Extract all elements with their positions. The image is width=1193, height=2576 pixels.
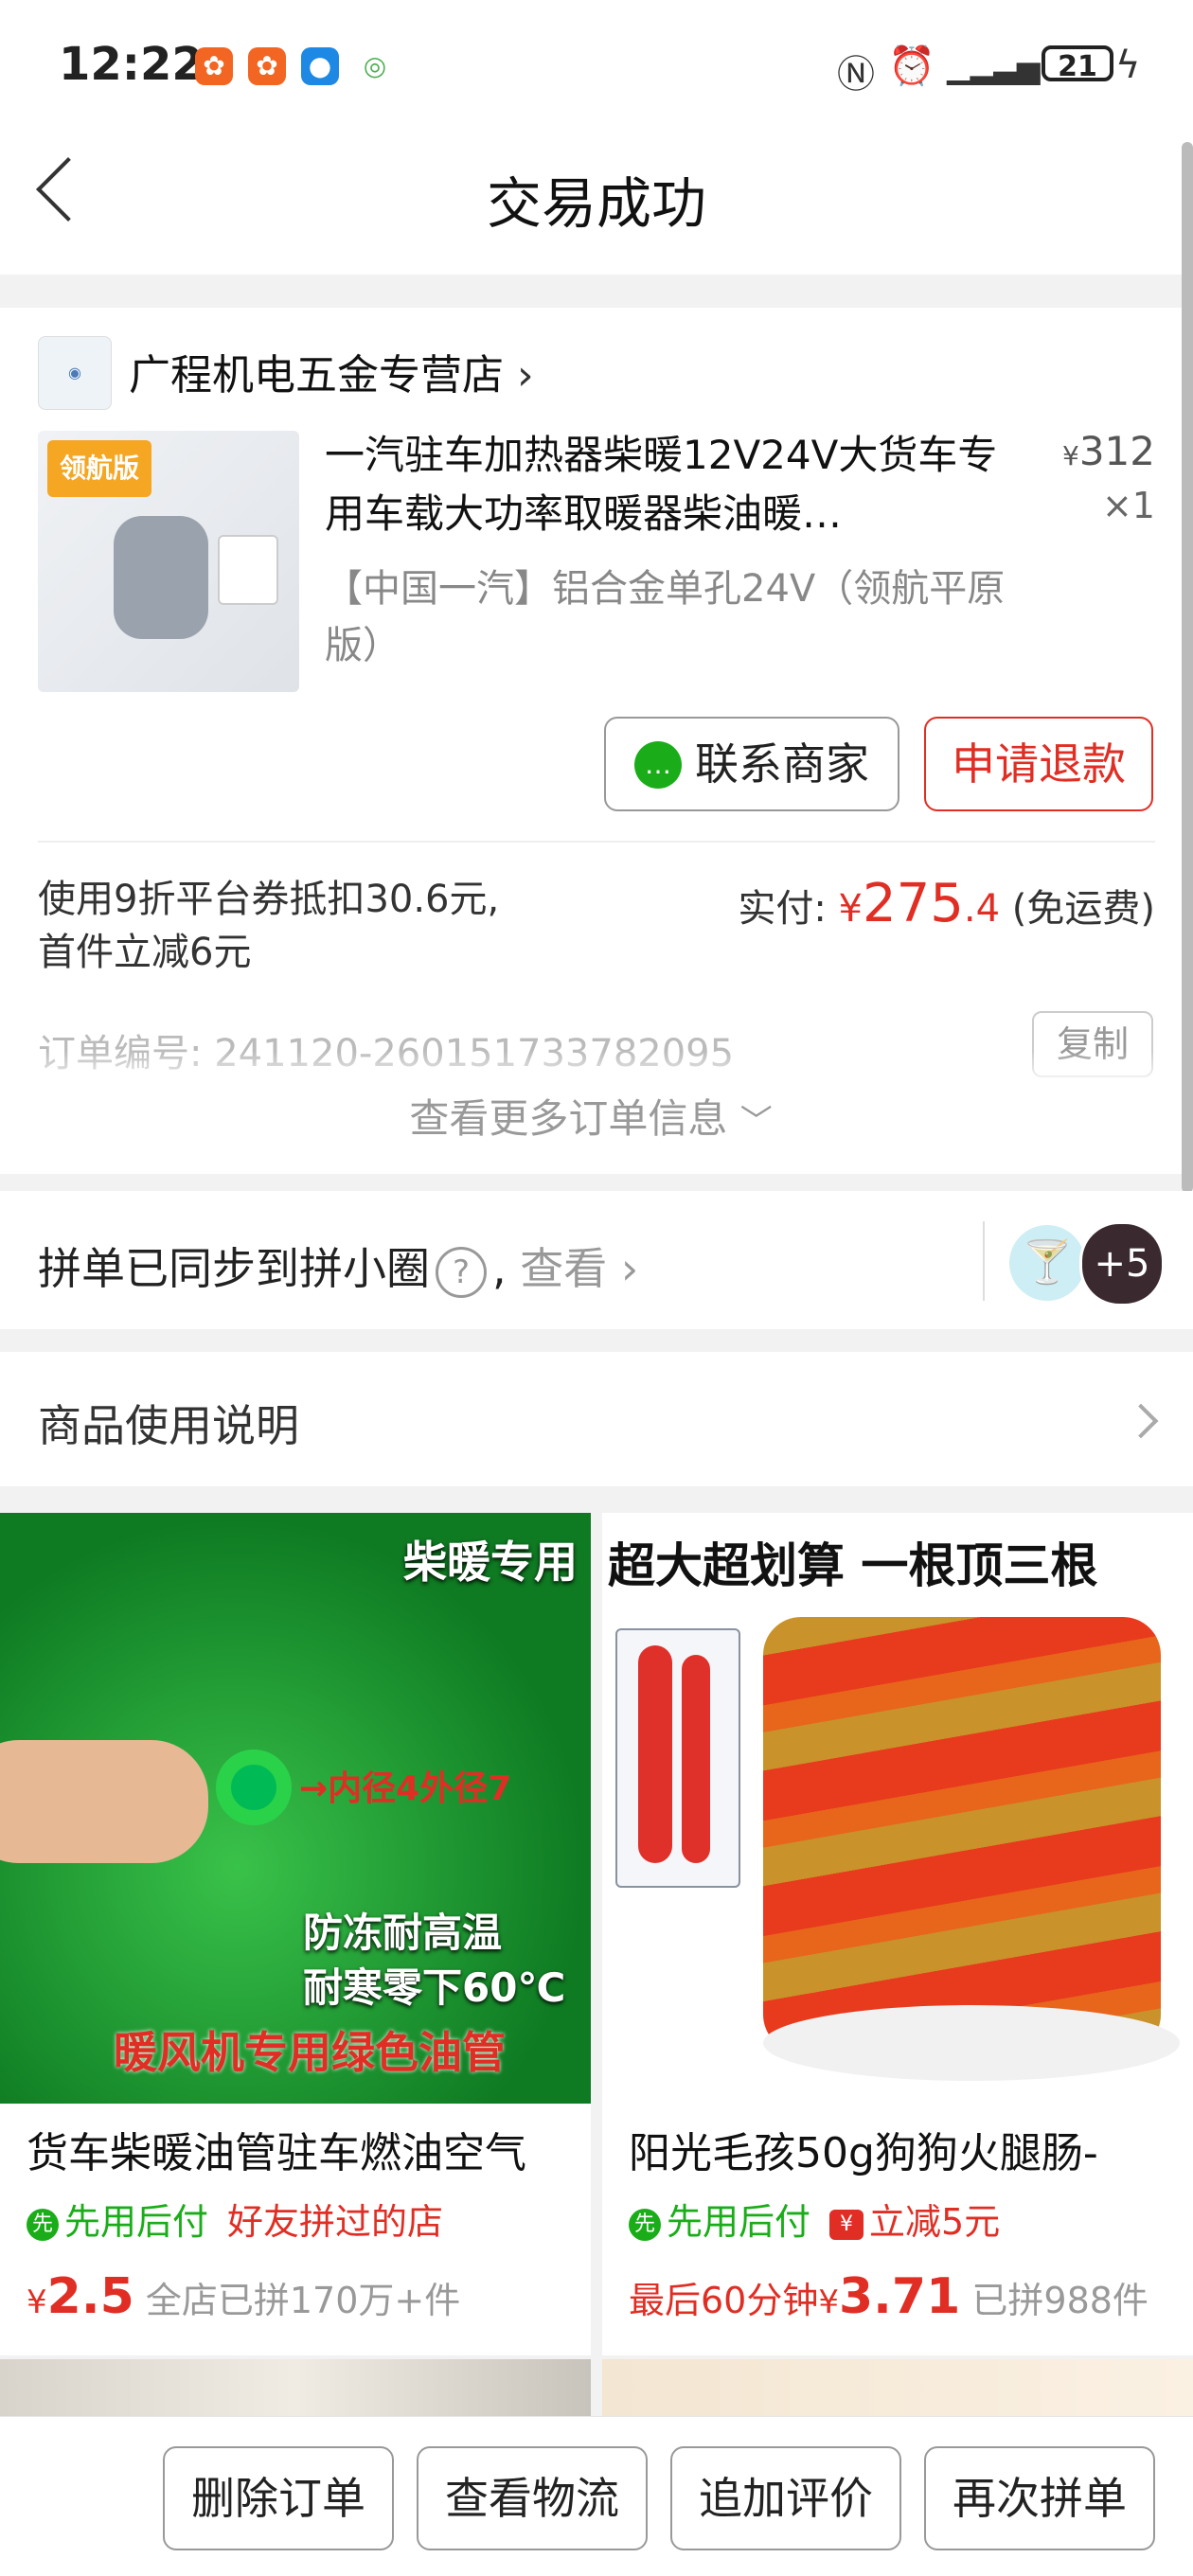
- product-quantity: ×1: [1101, 485, 1155, 526]
- status-time: 12:22: [59, 38, 204, 91]
- product-name[interactable]: 货车柴暖油管驻车燃油空气: [27, 2119, 576, 2179]
- product-card-peek[interactable]: [602, 2359, 1193, 2416]
- message-notification-icon: ●: [301, 47, 339, 85]
- product-price: 最后60分钟¥3.71 已拼988件: [629, 2268, 1148, 2325]
- product-card[interactable]: 超大超划算 一根顶三根 阳光毛孩50g狗狗火腿肠- 先先用后付 ¥ 立减5元 最后6…: [602, 1513, 1193, 2355]
- product-tags: 先先用后付 好友拼过的店: [27, 2193, 443, 2245]
- heater-illustration: [114, 516, 208, 639]
- image-tag: 柴暖专用: [403, 1537, 578, 1588]
- refund-button[interactable]: 申请退款: [924, 717, 1153, 811]
- shop-logo[interactable]: ◉: [38, 336, 112, 410]
- image-feature-text: 暖风机专用绿色油管: [114, 2027, 506, 2078]
- image-feature-text: 防冻耐高温: [303, 1910, 503, 1956]
- sausage-pile-illustration: [763, 1617, 1161, 2052]
- app-notification-icon: ✿: [248, 47, 286, 85]
- image-banner-text: 超大超划算 一根顶三根: [608, 1538, 1098, 1593]
- sausage-illustration: [638, 1645, 672, 1863]
- product-price: ¥312: [1062, 428, 1155, 474]
- shop-name-link[interactable]: 广程机电五金专营店 ›: [129, 341, 534, 401]
- product-card[interactable]: 柴暖专用 →内径4外径7 防冻耐高温 耐寒零下60℃ 暖风机专用绿色油管 货车柴…: [0, 1513, 591, 2355]
- app-notification-icon: ✿: [195, 47, 233, 85]
- product-name[interactable]: 阳光毛孩50g狗狗火腿肠-: [629, 2119, 1178, 2179]
- product-image[interactable]: 超大超划算 一根顶三根: [602, 1513, 1193, 2104]
- paid-amount: 实付: ¥275.4 (免运费): [738, 873, 1155, 934]
- product-tags: 先先用后付 ¥ 立减5元: [629, 2193, 1000, 2245]
- battery-icon: 21: [1042, 45, 1113, 83]
- view-link[interactable]: 查看: [520, 1243, 607, 1294]
- sausage-illustration: [682, 1655, 710, 1863]
- divider: [983, 1221, 985, 1301]
- product-image[interactable]: 领航版: [38, 431, 299, 692]
- chevron-right-icon: ›: [517, 351, 534, 400]
- avatar-more[interactable]: +5: [1079, 1221, 1165, 1306]
- package-illustration: [615, 1628, 740, 1888]
- image-spec-text: →内径4外径7: [299, 1769, 512, 1808]
- fuel-tank-illustration: [218, 535, 278, 605]
- finger-illustration: [0, 1740, 208, 1863]
- product-price: ¥2.5 全店已拼170万+件: [27, 2268, 461, 2325]
- help-icon[interactable]: ?: [436, 1246, 487, 1298]
- product-image-badge: 领航版: [47, 440, 151, 497]
- pin-sync-text: 拼单已同步到拼小圈?, 查看 ›: [38, 1235, 638, 1298]
- pay-later-icon: 先: [629, 2208, 661, 2241]
- more-order-info-link[interactable]: 查看更多订单信息 ﹀: [0, 1087, 1182, 1145]
- alarm-icon: ⏰: [888, 44, 935, 88]
- divider: [38, 841, 1155, 843]
- coupon-icon: ¥: [829, 2209, 864, 2240]
- product-image[interactable]: 柴暖专用 →内径4外径7 防冻耐高温 耐寒零下60℃ 暖风机专用绿色油管: [0, 1513, 591, 2104]
- add-review-button[interactable]: 追加评价: [670, 2446, 901, 2550]
- nfc-icon: Ⓝ: [837, 53, 875, 97]
- hose-end-illustration: [216, 1750, 292, 1825]
- product-spec: 【中国一汽】铝合金单孔24V（领航平原版）: [325, 567, 1006, 667]
- reorder-button[interactable]: 再次拼单: [924, 2446, 1155, 2550]
- chevron-down-icon: ﹀: [739, 1103, 773, 1141]
- product-title[interactable]: 一汽驻车加热器柴暖12V24V大货车专用车载大功率取暖器柴油暖…: [325, 426, 1025, 543]
- page-title: 交易成功: [486, 171, 706, 236]
- chat-icon: …: [634, 740, 682, 789]
- usage-instructions-label: 商品使用说明: [38, 1400, 299, 1451]
- fade-overlay: [0, 1051, 1182, 1089]
- mobile-network-icon: ◎: [363, 50, 387, 81]
- pay-later-icon: 先: [27, 2208, 59, 2241]
- delete-order-button[interactable]: 删除订单: [163, 2446, 394, 2550]
- chevron-right-icon: ›: [620, 1243, 639, 1294]
- contact-merchant-button[interactable]: … 联系商家: [604, 717, 899, 811]
- product-card-peek[interactable]: [0, 2359, 591, 2416]
- shop-name: 广程机电五金专营店: [129, 351, 504, 400]
- scrollbar[interactable]: [1182, 142, 1193, 1193]
- image-feature-text: 耐寒零下60℃: [303, 1964, 566, 2011]
- charging-icon: ϟ: [1115, 44, 1141, 87]
- plate-illustration: [763, 2005, 1180, 2081]
- signal-icon: ▁▂▃▅: [947, 49, 1041, 85]
- discount-text: 使用9折平台券抵扣30.6元, 首件立减6元: [38, 878, 500, 974]
- view-logistics-button[interactable]: 查看物流: [417, 2446, 648, 2550]
- avatar[interactable]: 🍸: [1009, 1225, 1085, 1301]
